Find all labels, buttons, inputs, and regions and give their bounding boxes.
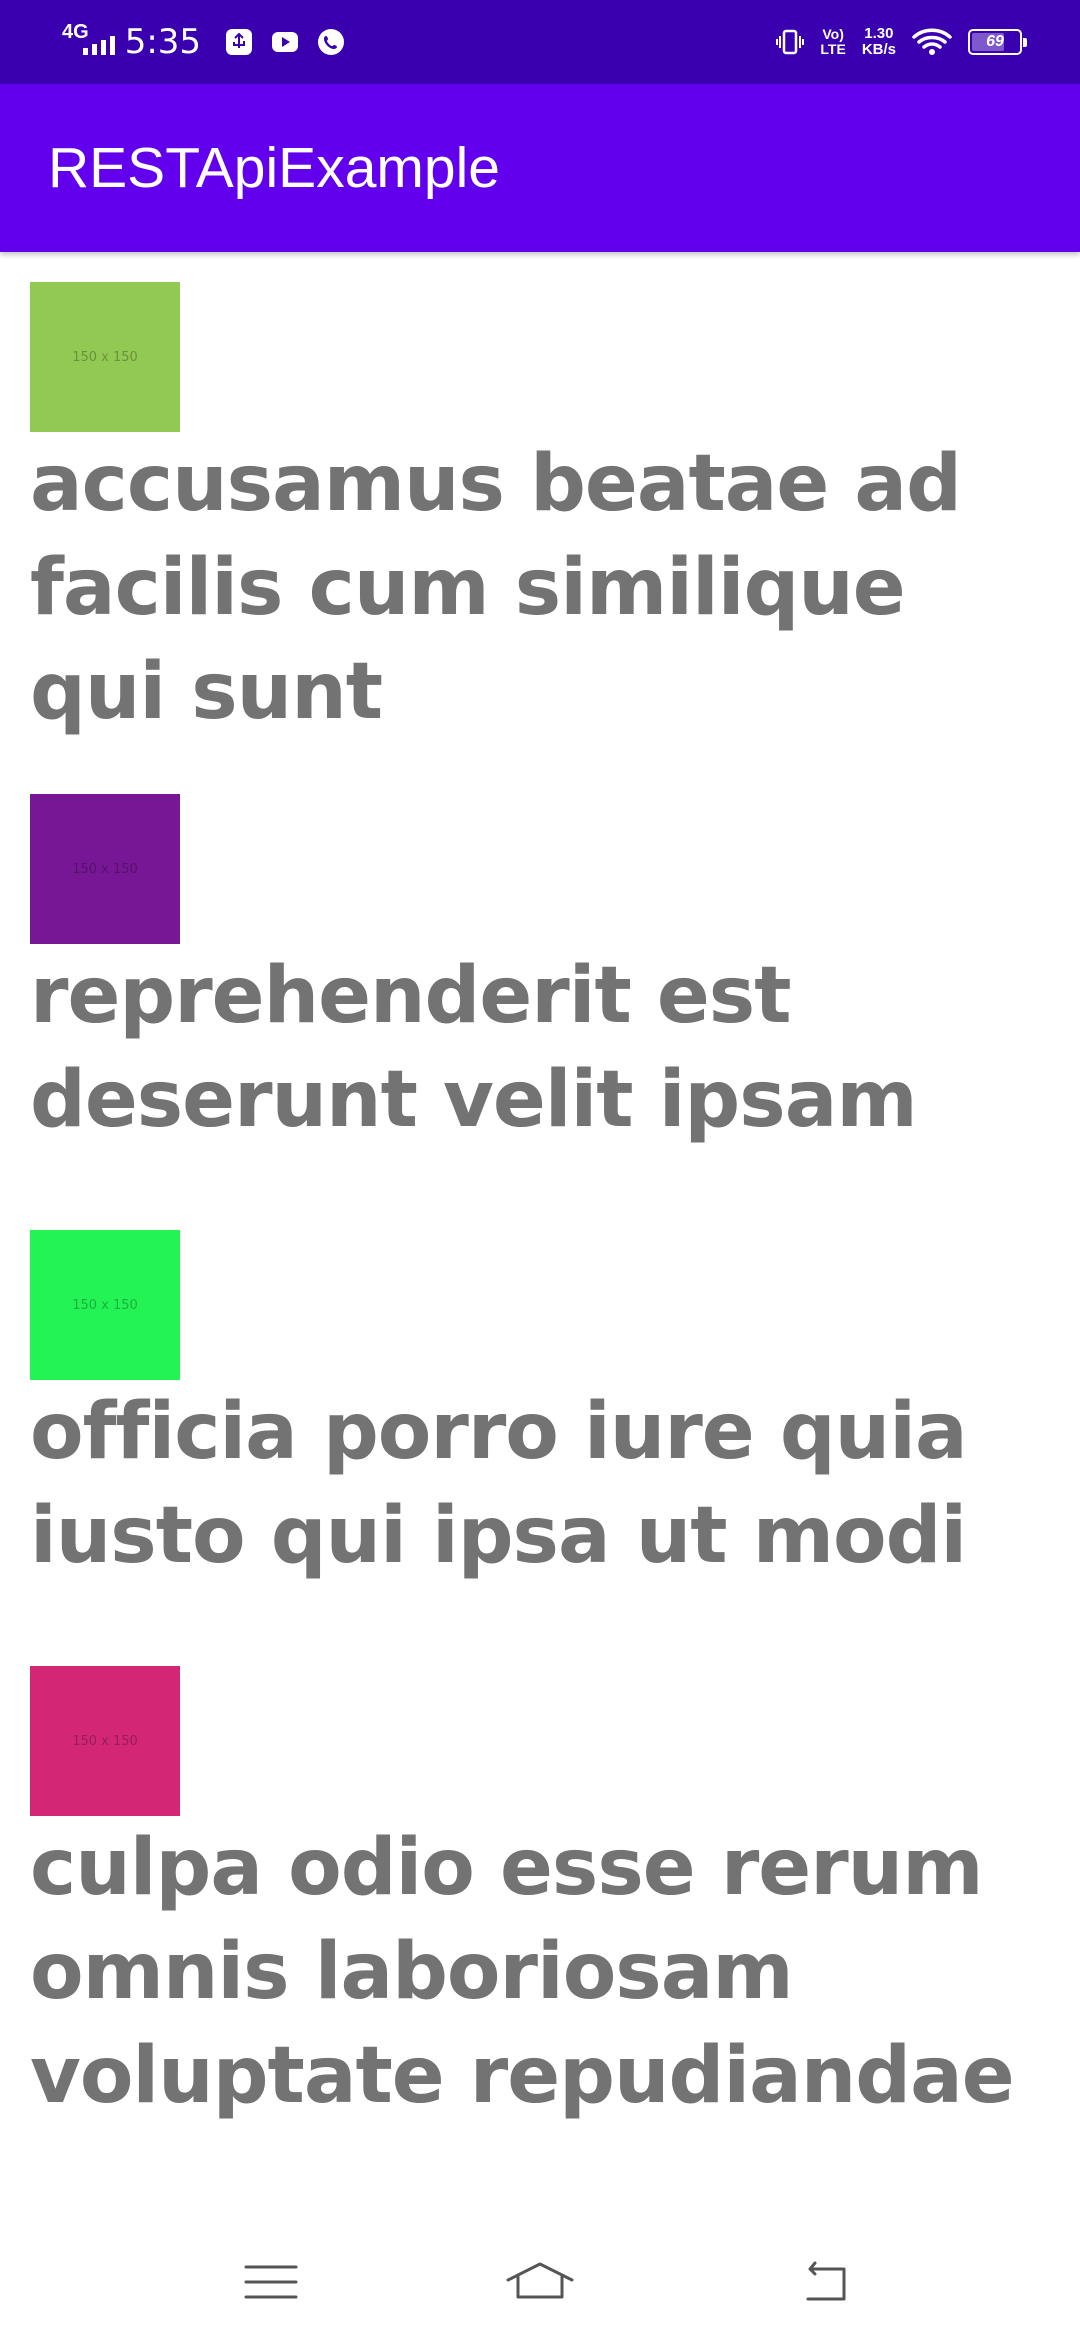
status-right: Vo) LTE 1.30 KB/s 69 [758,26,1027,58]
thumbnail-image: 150 x 150 [30,1666,180,1816]
menu-icon [244,2265,298,2299]
navigation-bar [0,2220,1080,2340]
wifi-icon [912,26,952,58]
thumbnail-label: 150 x 150 [72,1297,138,1313]
item-title: accusamus beatae ad facilis cum similiqu… [30,439,962,737]
home-icon [506,2262,574,2299]
app-title: RESTApiExample [48,136,500,200]
photo-list[interactable]: 150 x 150 accusamus beatae ad facilis cu… [0,252,1080,2128]
status-left: 4G 5:35 [62,22,361,62]
list-item[interactable]: 150 x 150 culpa odio esse rerum omnis la… [0,1666,1080,2128]
thumbnail-label: 150 x 150 [72,861,138,877]
item-title: culpa odio esse rerum omnis laboriosam v… [30,1823,1015,2121]
thumbnail-image: 150 x 150 [30,794,180,944]
youtube-icon [269,26,301,58]
thumbnail-label: 150 x 150 [72,1733,138,1749]
vibrate-icon [774,26,806,58]
list-item[interactable]: 150 x 150 accusamus beatae ad facilis cu… [0,252,1080,794]
status-bar: 4G 5:35 Vo) LTE 1.30 KB/s 69 [0,0,1080,84]
volte-top: Vo) [822,26,844,42]
item-title: officia porro iure quia iusto qui ipsa u… [30,1387,968,1581]
menu-button[interactable] [231,2242,311,2322]
speed-unit: KB/s [861,41,896,58]
volte-indicator: Vo) LTE [820,27,845,57]
speed-value: 1.30 [864,25,894,42]
battery-level: 69 [986,33,1004,50]
battery-icon: 69 [968,29,1027,55]
clock: 5:35 [124,22,202,62]
network-type: 4G [62,21,89,43]
back-button[interactable] [783,2242,863,2322]
usb-icon [223,26,255,58]
app-bar: RESTApiExample [0,84,1080,252]
network-speed: 1.30 KB/s [862,26,896,58]
home-button[interactable] [500,2242,580,2322]
thumbnail-image: 150 x 150 [30,282,180,432]
list-item[interactable]: 150 x 150 reprehenderit est deserunt vel… [0,794,1080,1230]
item-title: reprehenderit est deserunt velit ipsam [30,951,918,1145]
back-icon [806,2261,846,2301]
thumbnail-label: 150 x 150 [72,349,138,365]
phone-call-icon [315,26,347,58]
thumbnail-image: 150 x 150 [30,1230,180,1380]
volte-bottom: LTE [820,41,846,57]
list-item[interactable]: 150 x 150 officia porro iure quia iusto … [0,1230,1080,1666]
